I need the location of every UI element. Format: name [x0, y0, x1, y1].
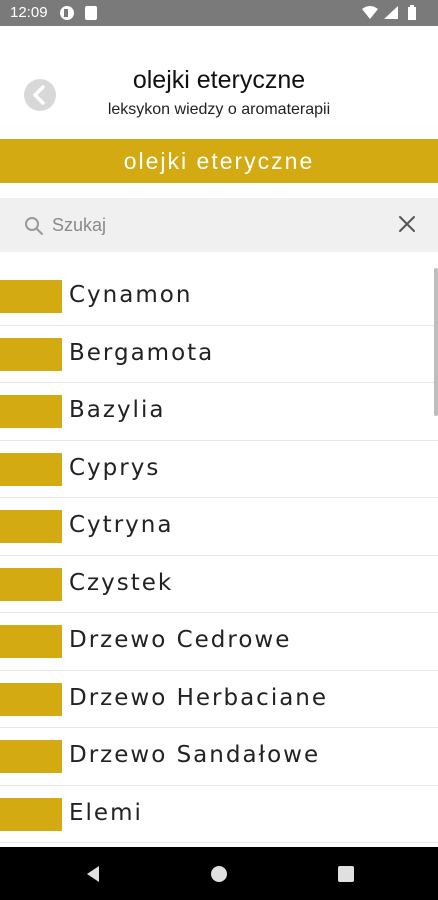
wifi-icon [362, 6, 378, 19]
search-icon [25, 217, 43, 235]
list-item-label: Bazylia [69, 397, 166, 423]
oil-list: Cynamon Bergamota Bazylia Cyprys Cytryna… [0, 268, 438, 847]
list-item-label: Drzewo Cedrowe [69, 627, 292, 653]
list-item[interactable]: Bergamota [0, 326, 438, 383]
list-item-label: Drzewo Sandałowe [69, 742, 321, 768]
list-item-label: Elemi [69, 799, 143, 826]
color-swatch [0, 682, 62, 716]
color-swatch [0, 337, 62, 371]
list-item[interactable]: Cynamon [0, 268, 438, 326]
list-item-label: Cyprys [69, 454, 161, 481]
list-item[interactable]: Czystek [0, 556, 438, 613]
status-bar: 12:09 [0, 0, 438, 26]
circle-home-icon[interactable] [209, 864, 229, 884]
list-item[interactable]: Drzewo Herbaciane [0, 671, 438, 728]
color-swatch [0, 510, 62, 543]
triangle-back-icon[interactable] [83, 864, 103, 884]
search-bar [0, 198, 438, 252]
search-input[interactable] [52, 210, 372, 240]
list-item[interactable]: Bazylia [0, 383, 438, 441]
color-swatch [0, 625, 62, 658]
color-swatch [0, 740, 62, 773]
list-item[interactable]: Cyprys [0, 441, 438, 498]
list-item[interactable]: Drzewo Cedrowe [0, 613, 438, 671]
list-item-label: Bergamota [69, 339, 215, 366]
color-swatch [0, 452, 62, 486]
color-swatch [0, 567, 62, 601]
list-item[interactable]: Cytryna [0, 498, 438, 556]
sd-card-icon [85, 6, 97, 20]
section-banner: olejki eteryczne [0, 139, 438, 183]
color-swatch [0, 395, 62, 428]
square-recents-icon[interactable] [336, 864, 356, 884]
color-swatch [0, 280, 62, 313]
list-item-label: Drzewo Herbaciane [69, 684, 329, 711]
list-item-label: Cynamon [69, 282, 193, 308]
close-icon[interactable] [396, 213, 418, 235]
page-subtitle: leksykon wiedzy o aromaterapii [107, 101, 331, 118]
scrollbar[interactable] [434, 268, 438, 416]
status-icons [360, 5, 430, 21]
signal-icon [384, 6, 398, 19]
list-item[interactable]: Elemi [0, 786, 438, 843]
status-time: 12:09 [10, 4, 48, 21]
system-nav-bar [0, 847, 438, 900]
app-notification-icon [60, 6, 74, 20]
list-item-label: Czystek [69, 569, 174, 596]
list-item-label: Cytryna [69, 512, 174, 538]
battery-icon [408, 5, 416, 20]
color-swatch [0, 797, 62, 831]
page-title: olejki eteryczne [132, 66, 306, 94]
header: olejki eteryczne leksykon wiedzy o aroma… [0, 26, 438, 138]
list-item[interactable]: Drzewo Sandałowe [0, 728, 438, 786]
